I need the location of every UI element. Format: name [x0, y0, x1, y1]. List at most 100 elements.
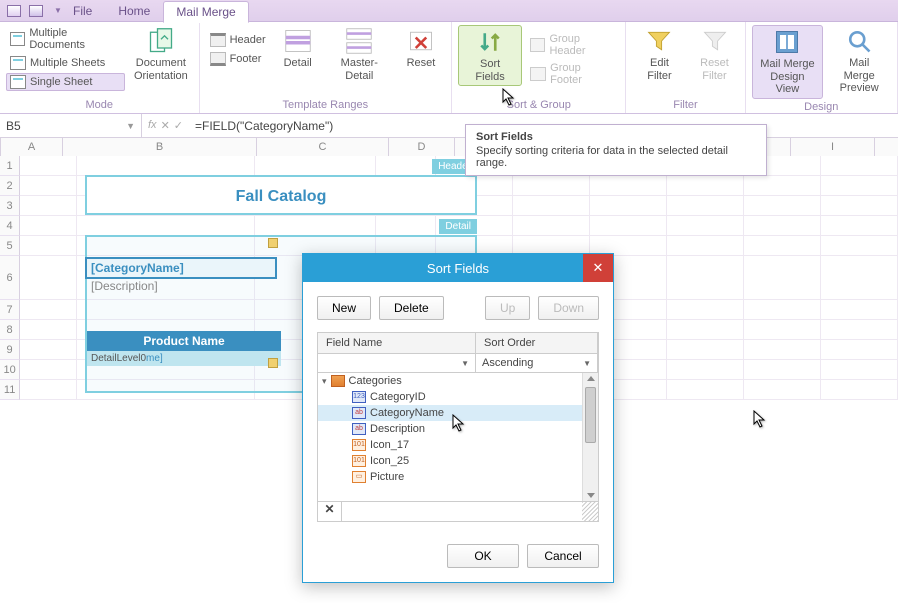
row-header-4[interactable]: 4 [0, 216, 20, 236]
cell-J5[interactable] [821, 236, 898, 256]
field-name-cell[interactable]: ▼ [318, 354, 476, 372]
cell-C4[interactable] [255, 216, 376, 236]
cell-ref-dropdown-icon[interactable]: ▼ [126, 121, 135, 131]
down-button[interactable]: Down [538, 296, 599, 320]
template-detail-button[interactable]: Detail [274, 25, 322, 72]
cell-A3[interactable] [20, 196, 77, 216]
tree-item-categoryname[interactable]: abCategoryName [318, 405, 598, 421]
cell-J9[interactable] [821, 340, 898, 360]
cell-J1[interactable] [821, 156, 898, 176]
dialog-close-button[interactable]: ✕ [583, 254, 613, 282]
qa-item-1[interactable] [4, 2, 24, 20]
edit-filter-button[interactable]: Edit Filter [632, 25, 686, 84]
cell-J2[interactable] [821, 176, 898, 196]
cell-J3[interactable] [821, 196, 898, 216]
row-header-6[interactable]: 6 [0, 256, 20, 300]
scrollbar-thumb[interactable] [585, 387, 596, 443]
cell-A6[interactable] [20, 256, 77, 300]
cell-I6[interactable] [744, 256, 821, 300]
col-header-D[interactable]: D [389, 138, 455, 156]
template-reset-button[interactable]: Reset [397, 25, 445, 72]
cell-F2[interactable] [513, 176, 590, 196]
cell-H2[interactable] [667, 176, 744, 196]
new-button[interactable]: New [317, 296, 371, 320]
cell-J8[interactable] [821, 320, 898, 340]
delete-button[interactable]: Delete [379, 296, 444, 320]
cell-B1[interactable] [77, 156, 255, 176]
cell-D1[interactable] [376, 156, 437, 176]
cell-G4[interactable] [590, 216, 667, 236]
cell-J10[interactable] [821, 360, 898, 380]
template-master-detail-button[interactable]: Master-Detail [326, 25, 393, 84]
cancel-button[interactable]: Cancel [527, 544, 599, 568]
cell-I5[interactable] [744, 236, 821, 256]
cell-J4[interactable] [821, 216, 898, 236]
cell-A11[interactable] [20, 380, 77, 400]
mode-multiple-sheets[interactable]: Multiple Sheets [6, 54, 125, 72]
tree-item-icon_25[interactable]: 101Icon_25 [318, 453, 598, 469]
fx-icon[interactable]: fx [148, 119, 157, 132]
tree-scrollbar[interactable] [582, 373, 598, 501]
cell-A8[interactable] [20, 320, 77, 340]
row-header-8[interactable]: 8 [0, 320, 20, 340]
cell-I3[interactable] [744, 196, 821, 216]
preview-button[interactable]: Mail Merge Preview [827, 25, 891, 97]
row-header-10[interactable]: 10 [0, 360, 20, 380]
row-header-7[interactable]: 7 [0, 300, 20, 320]
tree-item-description[interactable]: abDescription [318, 421, 598, 437]
cell-J11[interactable] [821, 380, 898, 400]
cell-I8[interactable] [744, 320, 821, 340]
cell-J7[interactable] [821, 300, 898, 320]
template-header-region[interactable]: Header Fall Catalog [85, 175, 477, 215]
col-header-B[interactable]: B [63, 138, 257, 156]
chevron-down-icon-2[interactable]: ▼ [583, 359, 591, 368]
tree-root[interactable]: ▾ Categories [318, 373, 598, 389]
up-button[interactable]: Up [485, 296, 530, 320]
col-header-C[interactable]: C [257, 138, 389, 156]
template-header-button[interactable]: Header [206, 31, 270, 49]
sort-order-cell[interactable]: Ascending▼ [476, 354, 598, 372]
menu-mailmerge[interactable]: Mail Merge [163, 1, 248, 23]
collapse-icon[interactable]: ▾ [322, 376, 327, 387]
cell-A5[interactable] [20, 236, 77, 256]
cell-H11[interactable] [667, 380, 744, 400]
cell-D4[interactable] [376, 216, 437, 236]
tree-item-categoryid[interactable]: 123CategoryID [318, 389, 598, 405]
clear-button[interactable]: ✕ [318, 502, 342, 521]
cell-A4[interactable] [20, 216, 77, 236]
cell-A7[interactable] [20, 300, 77, 320]
cell-I11[interactable] [744, 380, 821, 400]
cell-H5[interactable] [667, 236, 744, 256]
accept-edit-icon[interactable]: ✓ [174, 119, 183, 132]
cell-A1[interactable] [20, 156, 77, 176]
chevron-down-icon[interactable]: ▼ [461, 359, 469, 368]
cell-I7[interactable] [744, 300, 821, 320]
tree-item-picture[interactable]: ▭Picture [318, 469, 598, 485]
cell-G2[interactable] [590, 176, 667, 196]
cell-J6[interactable] [821, 256, 898, 300]
group-header-button[interactable]: Group Header [526, 31, 619, 59]
col-header-A[interactable]: A [1, 138, 63, 156]
dialog-titlebar[interactable]: Sort Fields ✕ [303, 254, 613, 282]
document-orientation-button[interactable]: Document Orientation [129, 25, 192, 84]
cell-I4[interactable] [744, 216, 821, 236]
row-header-5[interactable]: 5 [0, 236, 20, 256]
cell-reference-box[interactable]: B5 ▼ [0, 114, 142, 137]
row-header-1[interactable]: 1 [0, 156, 20, 176]
row-header-3[interactable]: 3 [0, 196, 20, 216]
cell-F3[interactable] [513, 196, 590, 216]
col-header-J[interactable]: J [875, 138, 898, 156]
cell-H6[interactable] [667, 256, 744, 300]
cell-B4[interactable] [77, 216, 255, 236]
cell-I10[interactable] [744, 360, 821, 380]
cell-G3[interactable] [590, 196, 667, 216]
cell-A10[interactable] [20, 360, 77, 380]
tree-item-icon_17[interactable]: 101Icon_17 [318, 437, 598, 453]
group-footer-button[interactable]: Group Footer [526, 60, 619, 88]
row-header-9[interactable]: 9 [0, 340, 20, 360]
template-footer-button[interactable]: Footer [206, 50, 270, 68]
col-sort-order[interactable]: Sort Order [476, 333, 598, 353]
cell-I2[interactable] [744, 176, 821, 196]
row-header-11[interactable]: 11 [0, 380, 20, 400]
cell-A2[interactable] [20, 176, 77, 196]
